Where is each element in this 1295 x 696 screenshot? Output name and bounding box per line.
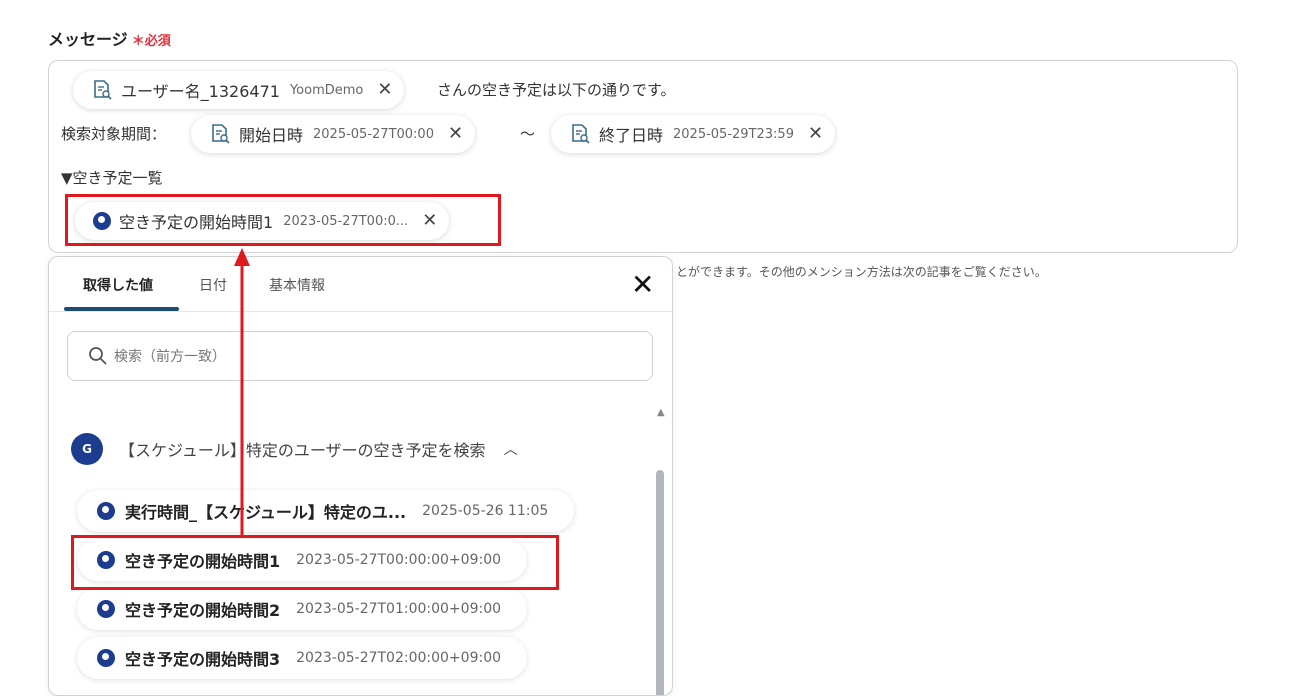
item-value: 2023-05-27T01:00:00+09:00 [296,601,502,617]
item-name: 空き予定の開始時間3 [125,650,281,669]
field-label-text: メッセージ [48,30,128,49]
search-input[interactable]: 検索（前方一致） [67,331,653,381]
google-calendar-icon [97,502,115,520]
google-calendar-icon [97,600,115,618]
chip-remove-icon[interactable]: ✕ [808,125,823,143]
item-value: 2023-05-27T02:00:00+09:00 [296,650,502,666]
tab-basic-info[interactable]: 基本情報 [269,275,325,295]
chip-name: 終了日時 [599,126,664,145]
chip-remove-icon[interactable]: ✕ [377,81,392,99]
list-item[interactable]: 実行時間_【スケジュール】特定のユ... 2025-05-26 11:05 [77,490,575,532]
item-name: 実行時間_【スケジュール】特定のユ... [125,503,407,522]
scroll-up-arrow-icon[interactable]: ▲ [657,407,665,418]
chip-remove-icon[interactable]: ✕ [448,125,463,143]
editor-text-line1: さんの空き予定は以下の通りです。 [437,81,676,99]
google-calendar-icon: G [71,433,103,465]
active-tab-indicator [64,307,179,311]
chevron-up-icon[interactable]: ︿ [504,439,518,459]
item-value: 2025-05-26 11:05 [422,503,549,519]
tab-acquired-values[interactable]: 取得した値 [83,275,153,295]
variable-chip-start-date[interactable]: 開始日時 2025-05-27T00:00 ✕ [191,115,476,153]
item-name: 空き予定の開始時間2 [125,601,281,620]
editor-text-period-prefix: 検索対象期間： [61,125,167,143]
group-header-schedule-search[interactable]: G 【スケジュール】特定のユーザーの空き予定を検索 ︿ [71,433,518,465]
document-search-icon [572,124,590,144]
search-placeholder: 検索（前方一致） [114,349,226,365]
panel-tabs: 取得した値 日付 基本情報 ✕ [49,257,672,312]
scrollbar-thumb[interactable] [656,470,664,695]
document-search-icon [212,124,230,144]
group-title: 【スケジュール】特定のユーザーの空き予定を検索 [119,441,486,460]
field-label: メッセージ ＊必須 [48,26,171,50]
search-icon [89,347,107,365]
list-item[interactable]: 空き予定の開始時間2 2023-05-27T01:00:00+09:00 [77,588,528,630]
editor-text-list-heading: ▼空き予定一覧 [61,169,163,187]
mention-hint-text: とができます。その他のメンション方法は次の記事をご覧ください。 [676,265,1047,279]
variable-chip-username[interactable]: ユーザー名_1326471 YoomDemo ✕ [73,71,405,109]
chip-value: 2025-05-29T23:59 [673,126,794,142]
document-search-icon [94,80,112,100]
editor-text-tilde: 〜 [520,125,536,143]
google-calendar-icon [97,649,115,667]
highlight-box-selected-item [71,535,559,590]
chip-value: 2025-05-27T00:00 [313,126,434,142]
variable-picker-panel: 取得した値 日付 基本情報 ✕ 検索（前方一致） G 【スケジュール】特定のユー… [48,256,673,696]
list-item[interactable]: 空き予定の開始時間3 2023-05-27T02:00:00+09:00 [77,637,528,679]
highlight-box-inserted [65,194,501,246]
chip-value: YoomDemo [289,82,364,98]
chip-name: 開始日時 [239,126,304,145]
required-mark: ＊必須 [131,34,171,49]
tab-date[interactable]: 日付 [199,275,227,295]
chip-name: ユーザー名_1326471 [121,82,280,101]
close-icon[interactable]: ✕ [631,271,654,299]
variable-chip-end-date[interactable]: 終了日時 2025-05-29T23:59 ✕ [551,115,836,153]
